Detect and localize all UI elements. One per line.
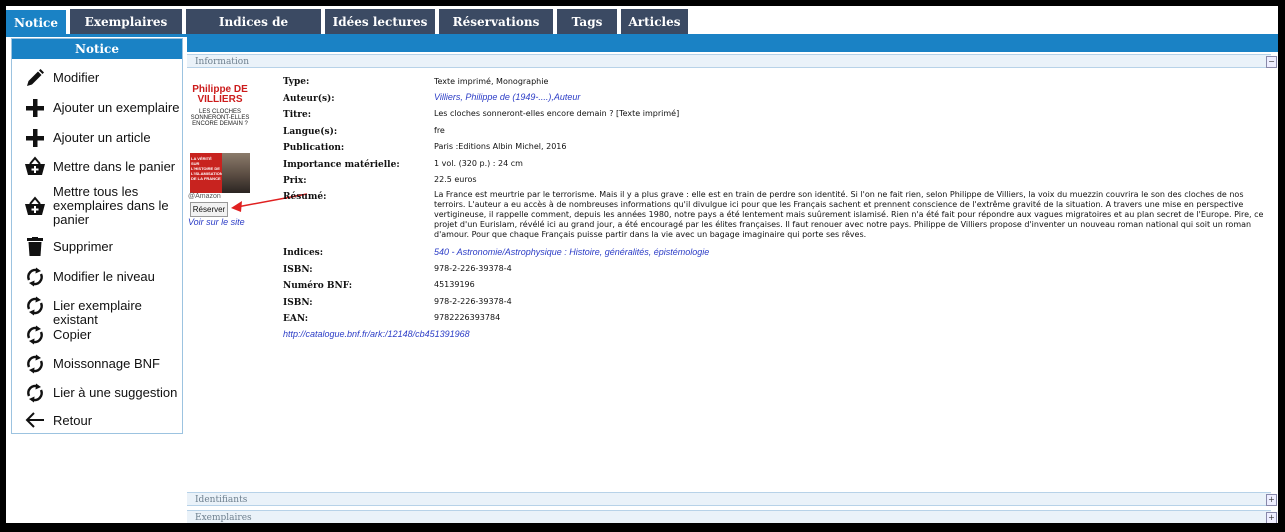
tab-notice[interactable]: Notice bbox=[6, 10, 66, 36]
label-prix: Prix: bbox=[283, 176, 307, 186]
section-title: Exemplaires bbox=[195, 513, 252, 523]
tab-articles[interactable]: Articles bbox=[621, 9, 688, 35]
value-titre: Les cloches sonneront-elles encore demai… bbox=[434, 109, 680, 118]
label-isbn: ISBN: bbox=[283, 265, 313, 275]
menu-label: Modifier le niveau bbox=[53, 269, 155, 284]
value-type: Texte imprimé, Monographie bbox=[434, 77, 549, 86]
menu-ajouter-article[interactable]: Ajouter un article bbox=[12, 123, 182, 152]
refresh-icon bbox=[24, 382, 46, 404]
label-auteurs: Auteur(s): bbox=[283, 94, 335, 104]
collapse-toggle[interactable]: − bbox=[1266, 56, 1277, 68]
basket-add-icon bbox=[24, 195, 46, 217]
tab-indices-de-collection[interactable]: Indices de collection bbox=[186, 9, 321, 55]
annotation-arrow bbox=[231, 193, 308, 212]
plus-icon bbox=[24, 97, 46, 119]
menu-label: Lier à une suggestion bbox=[53, 385, 178, 400]
menu-label: Supprimer bbox=[53, 239, 113, 254]
label-importance: Importance matérielle: bbox=[283, 160, 400, 170]
value-resume: La France est meurtrie par le terrorisme… bbox=[434, 190, 1264, 239]
value-publication: Paris :Editions Albin Michel, 2016 bbox=[434, 142, 567, 151]
sidebar-title: Notice bbox=[12, 39, 182, 59]
refresh-icon bbox=[24, 324, 46, 346]
trash-icon bbox=[24, 236, 46, 258]
basket-add-icon bbox=[24, 155, 46, 177]
menu-modifier-niveau[interactable]: Modifier le niveau bbox=[12, 262, 182, 291]
value-numero-bnf: 45139196 bbox=[434, 280, 475, 289]
label-type: Type: bbox=[283, 77, 310, 87]
menu-lier-suggestion[interactable]: Lier à une suggestion bbox=[12, 378, 182, 407]
value-isbn-2: 978-2-226-39378-4 bbox=[434, 297, 512, 306]
label-titre: Titre: bbox=[283, 110, 312, 120]
refresh-icon bbox=[24, 353, 46, 375]
menu-label: Mettre tous les exemplaires dans le pani… bbox=[53, 184, 169, 227]
tab-idees-lectures[interactable]: Idées lectures bbox=[325, 9, 435, 35]
menu-label: Modifier bbox=[53, 70, 100, 85]
menu-modifier[interactable]: Modifier bbox=[12, 63, 182, 93]
menu-lier-exemplaire[interactable]: Lier exemplaire existant bbox=[12, 291, 182, 327]
value-indices-link[interactable]: 540 - Astronomie/Astrophysique : Histoir… bbox=[434, 247, 709, 257]
value-prix: 22.5 euros bbox=[434, 175, 477, 184]
refresh-icon bbox=[24, 266, 46, 288]
label-isbn-2: ISBN: bbox=[283, 298, 313, 308]
tab-tags[interactable]: Tags bbox=[557, 9, 617, 35]
expand-toggle[interactable]: + bbox=[1266, 494, 1277, 506]
label-resume: Résumé: bbox=[283, 192, 327, 202]
tab-reservations[interactable]: Réservations bbox=[439, 9, 553, 35]
label-langue: Langue(s): bbox=[283, 127, 338, 137]
value-isbn: 978-2-226-39378-4 bbox=[434, 264, 512, 273]
menu-label: Ajouter un exemplaire bbox=[53, 100, 180, 115]
notice-panel: Information − Philippe DE VILLIERS LES C… bbox=[187, 37, 1278, 523]
section-title: Identifiants bbox=[195, 495, 248, 505]
section-identifiants[interactable]: Identifiants + bbox=[187, 492, 1277, 506]
menu-mettre-tous-panier[interactable]: Mettre tous les exemplaires dans le pani… bbox=[12, 180, 182, 232]
label-numero-bnf: Numéro BNF: bbox=[283, 281, 353, 291]
tab-bar: Notice Exemplaires Indices de collection… bbox=[6, 6, 1278, 55]
menu-label: Ajouter un article bbox=[53, 130, 151, 145]
menu-retour[interactable]: Retour bbox=[12, 407, 182, 433]
pencil-icon bbox=[24, 67, 46, 89]
section-information[interactable]: Information − bbox=[187, 54, 1277, 68]
bnf-catalogue-link[interactable]: http://catalogue.bnf.fr/ark:/12148/cb451… bbox=[283, 329, 470, 339]
expand-toggle[interactable]: + bbox=[1266, 512, 1277, 523]
tab-exemplaires[interactable]: Exemplaires bbox=[70, 9, 182, 35]
value-ean: 9782226393784 bbox=[434, 313, 501, 322]
value-langue: fre bbox=[434, 126, 445, 135]
menu-supprimer[interactable]: Supprimer bbox=[12, 232, 182, 262]
app-frame: Notice Exemplaires Indices de collection… bbox=[6, 6, 1278, 523]
menu-label: Mettre dans le panier bbox=[53, 159, 176, 174]
value-importance: 1 vol. (320 p.) : 24 cm bbox=[434, 159, 523, 168]
label-ean: EAN: bbox=[283, 314, 309, 324]
menu-moissonnage-bnf[interactable]: Moissonnage BNF bbox=[12, 349, 182, 378]
value-auteurs-link[interactable]: Villiers, Philippe de (1949-....),Auteur bbox=[434, 92, 580, 102]
label-indices: Indices: bbox=[283, 248, 324, 258]
menu-label: Moissonnage BNF bbox=[53, 356, 160, 371]
menu-label: Copier bbox=[53, 327, 92, 342]
menu-copier[interactable]: Copier bbox=[12, 320, 182, 349]
arrow-left-icon bbox=[24, 409, 46, 431]
panel-header-bar bbox=[187, 37, 1278, 52]
section-exemplaires[interactable]: Exemplaires + bbox=[187, 510, 1277, 523]
sidebar: Notice Modifier Ajouter un exemplaire Aj… bbox=[11, 38, 183, 434]
label-publication: Publication: bbox=[283, 143, 345, 153]
plus-icon bbox=[24, 127, 46, 149]
menu-mettre-panier[interactable]: Mettre dans le panier bbox=[12, 152, 182, 180]
refresh-icon bbox=[24, 295, 46, 317]
menu-ajouter-exemplaire[interactable]: Ajouter un exemplaire bbox=[12, 93, 182, 123]
menu-label: Retour bbox=[53, 413, 93, 428]
